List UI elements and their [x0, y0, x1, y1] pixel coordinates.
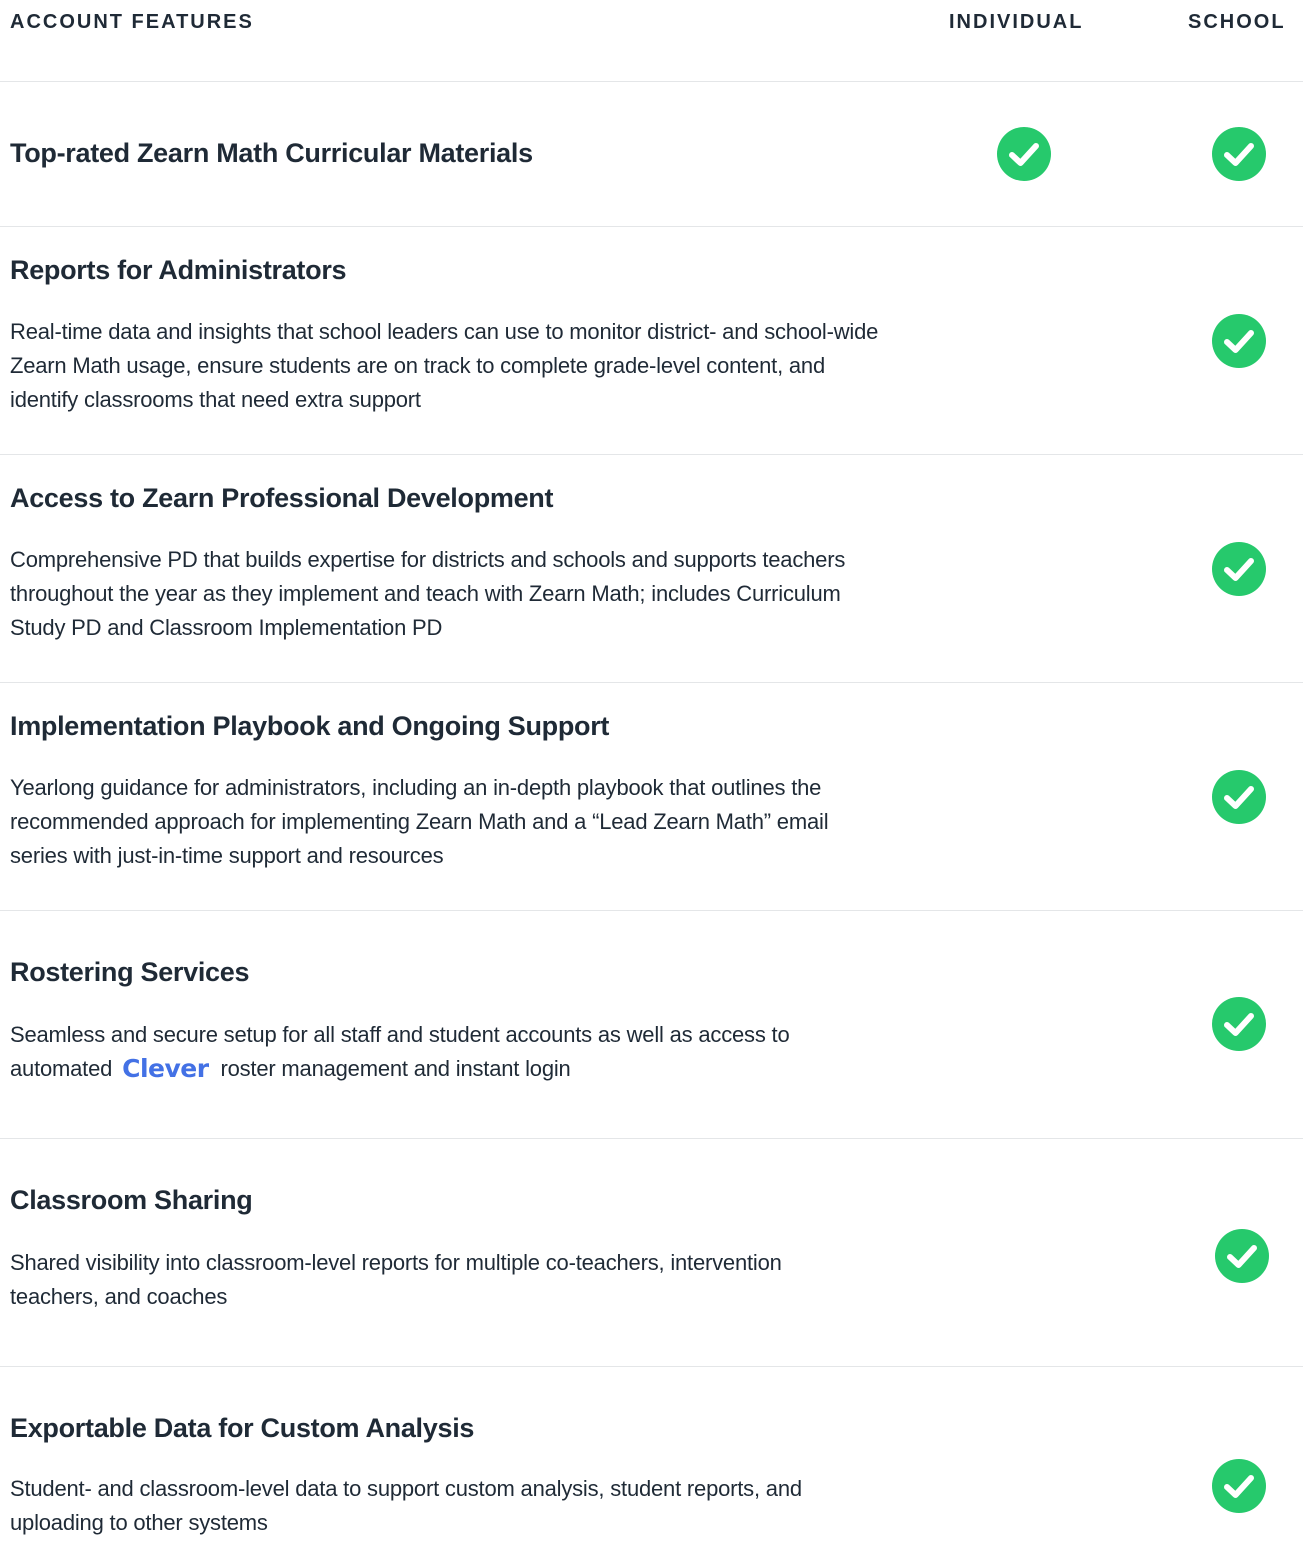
- header-school: SCHOOL: [1188, 11, 1286, 33]
- header-individual: INDIVIDUAL: [949, 11, 1084, 33]
- feature-row-exportable-data: Exportable Data for Custom Analysis Stud…: [0, 1367, 1303, 1545]
- feature-title: Exportable Data for Custom Analysis: [10, 1413, 475, 1443]
- feature-description: Real-time data and insights that school …: [10, 319, 879, 412]
- feature-description: Student- and classroom-level data to sup…: [10, 1476, 802, 1535]
- feature-title: Rostering Services: [10, 957, 250, 987]
- feature-row-rostering-services: Rostering Services Seamless and secure s…: [0, 911, 1303, 1139]
- feature-description: Yearlong guidance for administrators, in…: [10, 775, 829, 868]
- feature-description: Comprehensive PD that builds expertise f…: [10, 547, 846, 640]
- check-circle-icon: [1212, 314, 1266, 368]
- feature-title: Top-rated Zearn Math Curricular Material…: [10, 138, 533, 168]
- feature-title: Classroom Sharing: [10, 1185, 253, 1215]
- feature-description-after: roster management and instant login: [220, 1056, 571, 1081]
- check-circle-icon: [1212, 770, 1266, 824]
- check-circle-icon: [1212, 1459, 1266, 1513]
- table-header: ACCOUNT FEATURES INDIVIDUAL SCHOOL: [0, 0, 1303, 82]
- feature-title: Reports for Administrators: [10, 255, 347, 285]
- feature-row-reports-for-administrators: Reports for Administrators Real-time dat…: [0, 227, 1303, 455]
- feature-row-implementation-playbook: Implementation Playbook and Ongoing Supp…: [0, 683, 1303, 911]
- feature-row-professional-development: Access to Zearn Professional Development…: [0, 455, 1303, 683]
- feature-description: Seamless and secure setup for all staff …: [10, 1018, 870, 1086]
- check-circle-icon: [1212, 997, 1266, 1051]
- check-circle-icon: [1212, 542, 1266, 596]
- header-account-features: ACCOUNT FEATURES: [10, 11, 254, 33]
- check-circle-icon: [1212, 127, 1266, 181]
- feature-title: Access to Zearn Professional Development: [10, 483, 554, 513]
- clever-logo: Clever: [122, 1054, 209, 1083]
- check-circle-icon: [997, 127, 1051, 181]
- check-circle-icon: [1215, 1229, 1269, 1283]
- feature-row-curricular-materials: Top-rated Zearn Math Curricular Material…: [0, 82, 1303, 227]
- feature-description: Shared visibility into classroom-level r…: [10, 1250, 782, 1309]
- feature-title: Implementation Playbook and Ongoing Supp…: [10, 711, 610, 741]
- feature-row-classroom-sharing: Classroom Sharing Shared visibility into…: [0, 1139, 1303, 1367]
